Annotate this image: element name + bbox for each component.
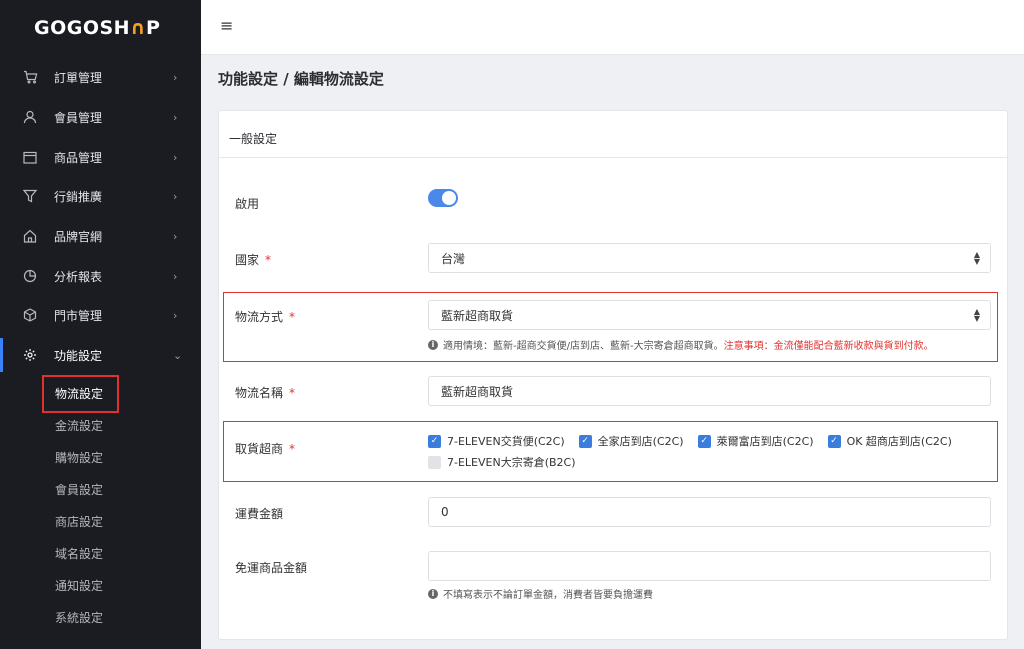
enable-label: 啟用: [235, 197, 260, 211]
sidebar-sub-system[interactable]: 系統設定: [55, 609, 103, 626]
pickup-options-row-1: ✓ 7-ELEVEN交貨便(C2C) ✓ 全家店到店(C2C) ✓ 萊爾富店到店(C2…: [428, 433, 966, 449]
chevron-right-icon: ›: [173, 189, 178, 203]
free-shipping-help: i 不填寫表示不論訂單金額，消費者皆要負擔運費: [428, 586, 653, 601]
sidebar-sub-domain[interactable]: 域名設定: [55, 545, 103, 562]
name-label: 物流名稱 *: [235, 386, 296, 400]
home-icon: [22, 228, 38, 244]
sidebar-sub-logistics[interactable]: 物流設定: [55, 385, 103, 402]
sidebar-item-reports[interactable]: 分析報表 ›: [0, 258, 201, 294]
chevron-right-icon: ›: [173, 308, 178, 322]
box-icon: [22, 307, 38, 323]
menu-icon[interactable]: ≡: [220, 16, 233, 35]
method-select[interactable]: 藍新超商取貨 ▲ ▼: [428, 300, 991, 330]
method-label: 物流方式 *: [235, 310, 296, 324]
pickup-option[interactable]: ✓ 萊爾富店到店(C2C): [697, 433, 814, 449]
required-mark: *: [265, 253, 272, 267]
gear-icon: [22, 347, 38, 363]
chevron-right-icon: ›: [173, 70, 178, 84]
toggle-knob: [442, 191, 456, 205]
sidebar-sub-store[interactable]: 商店設定: [55, 513, 103, 530]
checkbox-disabled-icon[interactable]: [428, 455, 441, 469]
pickup-option[interactable]: ✓ OK 超商店到店(C2C): [827, 433, 952, 449]
pickup-label: 取貨超商 *: [235, 442, 296, 456]
required-mark: *: [289, 442, 296, 456]
required-mark: *: [289, 310, 296, 324]
card-header: 一般設定: [219, 111, 1007, 158]
sidebar-sub-member[interactable]: 會員設定: [55, 481, 103, 498]
free-shipping-input[interactable]: [428, 551, 991, 581]
sidebar-item-products[interactable]: 商品管理 ›: [0, 139, 201, 175]
free-shipping-label: 免運商品金額: [235, 561, 308, 575]
calendar-icon: [22, 149, 38, 165]
sidebar: GOGOSH ∩ P 訂單管理 › 會員管理 › 商品管理 › 行銷推廣 › 品牌官…: [0, 0, 201, 649]
sidebar-item-stores[interactable]: 門市管理 ›: [0, 297, 201, 333]
checkbox-checked-icon[interactable]: ✓: [827, 434, 841, 448]
cart-icon: [22, 69, 38, 85]
chevron-right-icon: ›: [173, 110, 178, 124]
sidebar-sub-notification[interactable]: 通知設定: [55, 577, 103, 594]
fee-input[interactable]: 0: [428, 497, 991, 527]
pickup-options-row-2: 7-ELEVEN大宗寄倉(B2C): [428, 454, 590, 470]
enable-toggle[interactable]: [428, 189, 458, 207]
funnel-icon: [22, 188, 38, 204]
sidebar-item-brand-site[interactable]: 品牌官網 ›: [0, 218, 201, 254]
pickup-option[interactable]: ✓ 全家店到店(C2C): [578, 433, 684, 449]
info-icon: i: [428, 588, 438, 599]
pickup-option[interactable]: ✓ 7-ELEVEN交貨便(C2C): [428, 433, 565, 449]
checkbox-checked-icon[interactable]: ✓: [697, 434, 711, 448]
select-arrows-icon: ▲ ▼: [973, 307, 980, 323]
chevron-down-icon: ⌄: [173, 348, 183, 362]
select-arrows-icon: ▲ ▼: [973, 250, 980, 266]
chevron-right-icon: ›: [173, 269, 178, 283]
country-select[interactable]: 台灣 ▲ ▼: [428, 243, 991, 273]
chevron-right-icon: ›: [173, 150, 178, 164]
pickup-highlight-box: [223, 421, 998, 482]
sidebar-sub-payment[interactable]: 金流設定: [55, 417, 103, 434]
chevron-right-icon: ›: [173, 229, 178, 243]
method-help: i 適用情境：藍新-超商交貨便/店到店、藍新-大宗寄倉超商取貨。 注意事項：金流僅…: [428, 337, 934, 352]
checkbox-checked-icon[interactable]: ✓: [578, 434, 592, 448]
required-mark: *: [289, 386, 296, 400]
pie-chart-icon: [22, 268, 38, 284]
sidebar-item-orders[interactable]: 訂單管理 ›: [0, 59, 201, 95]
pickup-option[interactable]: 7-ELEVEN大宗寄倉(B2C): [428, 454, 576, 470]
name-input[interactable]: 藍新超商取貨: [428, 376, 991, 406]
brand-logo[interactable]: GOGOSH ∩ P: [0, 0, 201, 55]
user-icon: [22, 109, 38, 125]
checkbox-checked-icon[interactable]: ✓: [428, 434, 441, 448]
page-title: 功能設定 / 編輯物流設定: [218, 70, 384, 88]
sidebar-item-marketing[interactable]: 行銷推廣 ›: [0, 178, 201, 214]
method-warning: 注意事項：金流僅能配合藍新收款與貨到付款。: [723, 341, 934, 352]
country-label: 國家 *: [235, 253, 272, 267]
sidebar-sub-shopping[interactable]: 購物設定: [55, 449, 103, 466]
info-icon: i: [428, 339, 438, 350]
sidebar-item-settings[interactable]: 功能設定 ⌄: [0, 337, 201, 373]
sidebar-item-members[interactable]: 會員管理 ›: [0, 99, 201, 135]
fee-label: 運費金額: [235, 507, 284, 521]
topbar: ≡: [201, 0, 1024, 55]
